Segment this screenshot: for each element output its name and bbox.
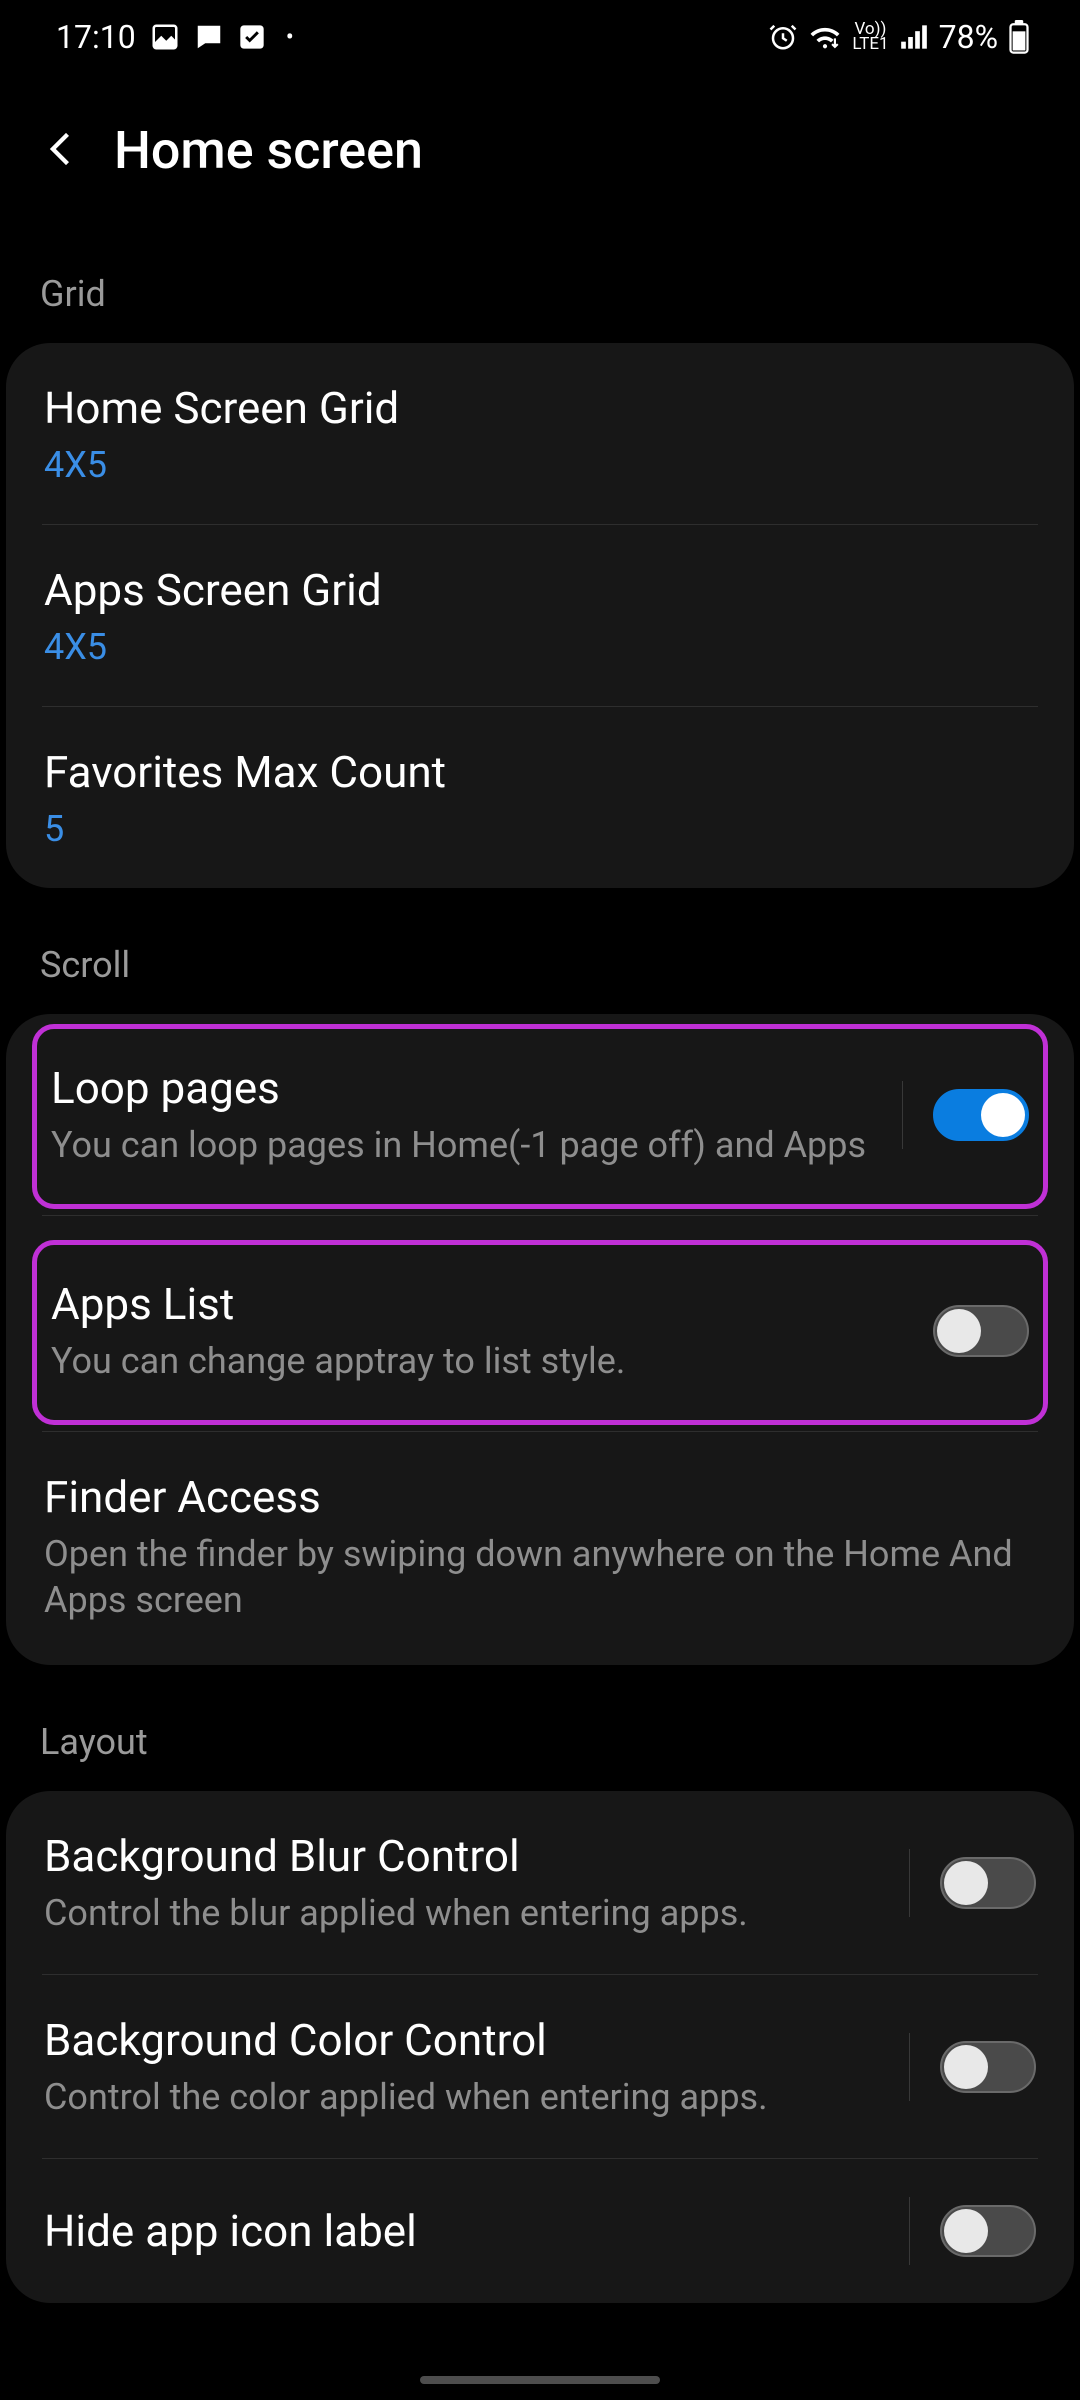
row-title: Hide app icon label	[44, 2204, 883, 2259]
row-loop-pages[interactable]: Loop pages You can loop pages in Home(-1…	[37, 1029, 1043, 1204]
row-title: Background Color Control	[44, 2013, 883, 2068]
section-label-grid: Grid	[0, 217, 1080, 335]
row-title: Home Screen Grid	[44, 381, 1036, 436]
toggle-background-color[interactable]	[940, 2041, 1036, 2093]
toggle-apps-list[interactable]	[933, 1305, 1029, 1357]
toggle-separator	[909, 2197, 910, 2265]
section-card-scroll: Loop pages You can loop pages in Home(-1…	[6, 1014, 1074, 1665]
row-desc: Control the color applied when entering …	[44, 2074, 883, 2120]
toggle-separator	[902, 1081, 903, 1149]
row-finder-access[interactable]: Finder Access Open the finder by swiping…	[6, 1432, 1074, 1661]
page-header: Home screen	[0, 74, 1080, 217]
row-home-screen-grid[interactable]: Home Screen Grid 4X5	[6, 343, 1074, 524]
gesture-handle[interactable]	[420, 2376, 660, 2384]
battery-icon	[1008, 20, 1030, 54]
network-label: Vo))LTE1	[852, 22, 888, 53]
row-title: Finder Access	[44, 1470, 1036, 1525]
signal-icon	[899, 23, 929, 51]
row-title: Loop pages	[51, 1061, 876, 1116]
row-value: 5	[44, 808, 1036, 850]
toggle-separator	[909, 1849, 910, 1917]
image-icon	[150, 22, 180, 52]
row-title: Favorites Max Count	[44, 745, 1036, 800]
highlight-apps-list: Apps List You can change apptray to list…	[32, 1240, 1048, 1425]
row-desc: You can change apptray to list style.	[51, 1338, 907, 1384]
toggle-loop-pages[interactable]	[933, 1089, 1029, 1141]
toggle-hide-icon-label[interactable]	[940, 2205, 1036, 2257]
row-background-color[interactable]: Background Color Control Control the col…	[6, 1975, 1074, 2158]
row-apps-screen-grid[interactable]: Apps Screen Grid 4X5	[6, 525, 1074, 706]
back-icon[interactable]	[40, 127, 84, 175]
toggle-separator	[909, 2033, 910, 2101]
row-title: Apps Screen Grid	[44, 563, 1036, 618]
row-title: Background Blur Control	[44, 1829, 883, 1884]
wifi-icon	[808, 22, 842, 52]
row-apps-list[interactable]: Apps List You can change apptray to list…	[37, 1245, 1043, 1420]
status-time: 17:10	[56, 18, 136, 56]
highlight-loop-pages: Loop pages You can loop pages in Home(-1…	[32, 1024, 1048, 1209]
section-card-layout: Background Blur Control Control the blur…	[6, 1791, 1074, 2303]
page-title: Home screen	[114, 120, 423, 181]
alarm-icon	[768, 22, 798, 52]
row-value: 4X5	[44, 444, 1036, 486]
section-card-grid: Home Screen Grid 4X5 Apps Screen Grid 4X…	[6, 343, 1074, 888]
section-label-layout: Layout	[0, 1665, 1080, 1783]
row-favorites-max-count[interactable]: Favorites Max Count 5	[6, 707, 1074, 888]
row-desc: Open the finder by swiping down anywhere…	[44, 1531, 1036, 1623]
section-label-scroll: Scroll	[0, 888, 1080, 1006]
toggle-background-blur[interactable]	[940, 1857, 1036, 1909]
checkbox-icon	[238, 23, 266, 51]
battery-percent: 78%	[939, 18, 998, 56]
row-hide-icon-label[interactable]: Hide app icon label	[6, 2159, 1074, 2303]
status-bar: 17:10 • Vo))LTE1 78%	[0, 0, 1080, 74]
divider	[42, 1215, 1038, 1216]
row-background-blur[interactable]: Background Blur Control Control the blur…	[6, 1791, 1074, 1974]
row-value: 4X5	[44, 626, 1036, 668]
row-desc: Control the blur applied when entering a…	[44, 1890, 883, 1936]
row-title: Apps List	[51, 1277, 907, 1332]
dot-icon: •	[286, 23, 294, 51]
message-icon	[194, 22, 224, 52]
row-desc: You can loop pages in Home(-1 page off) …	[51, 1122, 876, 1168]
